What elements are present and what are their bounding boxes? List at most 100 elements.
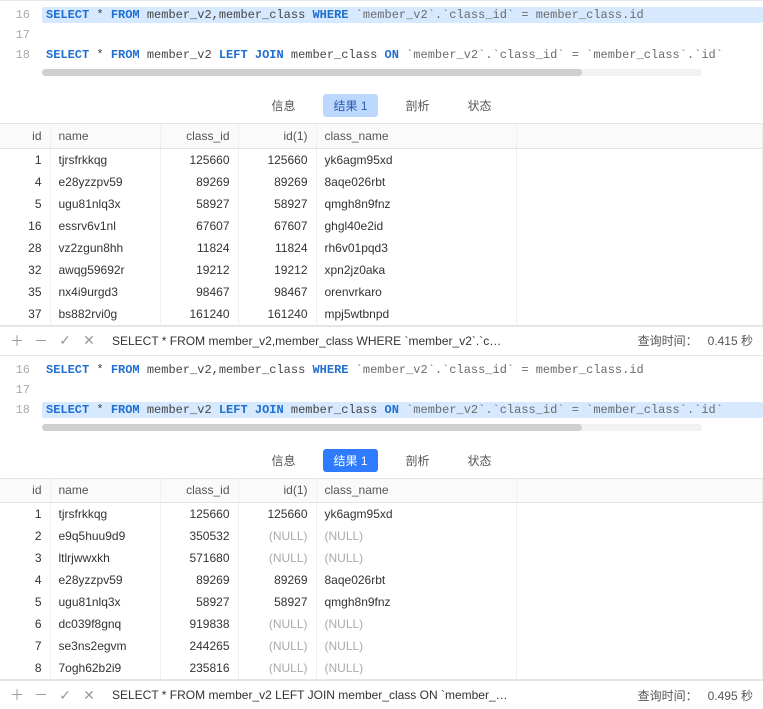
cell[interactable]: e9q5huu9d9 xyxy=(50,525,160,547)
table-row[interactable]: 5ugu81nlq3x5892758927qmgh8n9fnz xyxy=(0,193,763,215)
cell[interactable]: qmgh8n9fnz xyxy=(316,193,516,215)
cell[interactable]: e28yzzpv59 xyxy=(50,569,160,591)
cell[interactable]: 16 xyxy=(0,215,50,237)
code-line-16[interactable]: 16 SELECT * FROM member_v2,member_class … xyxy=(0,5,763,25)
cell[interactable]: 4 xyxy=(0,569,50,591)
table-row[interactable]: 28vz2zgun8hh1182411824rh6v01pqd3 xyxy=(0,237,763,259)
cell[interactable]: 244265 xyxy=(160,635,238,657)
cell[interactable]: 19212 xyxy=(160,259,238,281)
cell-null[interactable]: (NULL) xyxy=(316,657,516,679)
code-content[interactable]: SELECT * FROM member_v2,member_class WHE… xyxy=(42,362,763,378)
tab-result-1[interactable]: 结果 1 xyxy=(323,94,377,117)
cell[interactable]: 8aqe026rbt xyxy=(316,171,516,193)
remove-row-icon[interactable]: － xyxy=(34,685,48,705)
cell[interactable]: 98467 xyxy=(238,281,316,303)
cell[interactable]: 98467 xyxy=(160,281,238,303)
cell[interactable]: 58927 xyxy=(160,591,238,613)
col-id[interactable]: id xyxy=(0,124,50,148)
result-grid[interactable]: id name class_id id(1) class_name 1tjrsf… xyxy=(0,478,763,681)
sql-editor[interactable]: 16 SELECT * FROM member_v2,member_class … xyxy=(0,1,763,86)
cell[interactable]: 125660 xyxy=(160,148,238,171)
cell[interactable]: ugu81nlq3x xyxy=(50,193,160,215)
code-content[interactable] xyxy=(42,34,763,36)
cell[interactable]: bs882rvi0g xyxy=(50,303,160,325)
remove-row-icon[interactable]: － xyxy=(34,331,48,351)
tab-info[interactable]: 信息 xyxy=(261,449,305,472)
table-row[interactable]: 1tjrsfrkkqg125660125660yk6agm95xd xyxy=(0,503,763,526)
code-line-18[interactable]: 18 SELECT * FROM member_v2 LEFT JOIN mem… xyxy=(0,400,763,420)
cell[interactable]: awqg59692r xyxy=(50,259,160,281)
table-row[interactable]: 87ogh62b2i9235816(NULL)(NULL) xyxy=(0,657,763,679)
table-row[interactable]: 3ltlrjwwxkh571680(NULL)(NULL) xyxy=(0,547,763,569)
cell[interactable]: 1 xyxy=(0,503,50,526)
cell[interactable]: 67607 xyxy=(160,215,238,237)
cell-null[interactable]: (NULL) xyxy=(238,657,316,679)
scrollbar-thumb[interactable] xyxy=(42,424,582,431)
cell-null[interactable]: (NULL) xyxy=(316,525,516,547)
code-line-17[interactable]: 17 xyxy=(0,380,763,400)
cell[interactable]: mpj5wtbnpd xyxy=(316,303,516,325)
cell[interactable]: 161240 xyxy=(160,303,238,325)
apply-icon[interactable]: ✓ xyxy=(58,687,72,704)
table-row[interactable]: 32awqg59692r1921219212xpn2jz0aka xyxy=(0,259,763,281)
cell[interactable]: 4 xyxy=(0,171,50,193)
code-content[interactable]: SELECT * FROM member_v2,member_class WHE… xyxy=(42,7,763,23)
cell[interactable]: se3ns2egvm xyxy=(50,635,160,657)
code-line-16[interactable]: 16 SELECT * FROM member_v2,member_class … xyxy=(0,360,763,380)
table-row[interactable]: 4e28yzzpv5989269892698aqe026rbt xyxy=(0,569,763,591)
table-row[interactable]: 2e9q5huu9d9350532(NULL)(NULL) xyxy=(0,525,763,547)
tab-result-1[interactable]: 结果 1 xyxy=(323,449,377,472)
cancel-icon[interactable]: ✕ xyxy=(82,332,96,349)
table-row[interactable]: 1tjrsfrkkqg125660125660yk6agm95xd xyxy=(0,148,763,171)
cell[interactable]: 5 xyxy=(0,193,50,215)
col-id1[interactable]: id(1) xyxy=(238,124,316,148)
cell[interactable]: 5 xyxy=(0,591,50,613)
cell[interactable]: 11824 xyxy=(238,237,316,259)
cell[interactable]: 125660 xyxy=(238,503,316,526)
editor-scrollbar[interactable] xyxy=(42,424,702,431)
cell-null[interactable]: (NULL) xyxy=(238,635,316,657)
cell[interactable]: qmgh8n9fnz xyxy=(316,591,516,613)
cell-null[interactable]: (NULL) xyxy=(316,613,516,635)
cell[interactable]: 125660 xyxy=(160,503,238,526)
cell[interactable]: 8aqe026rbt xyxy=(316,569,516,591)
cell[interactable]: rh6v01pqd3 xyxy=(316,237,516,259)
cell[interactable]: 8 xyxy=(0,657,50,679)
cell[interactable]: xpn2jz0aka xyxy=(316,259,516,281)
cell[interactable]: nx4i9urgd3 xyxy=(50,281,160,303)
col-id1[interactable]: id(1) xyxy=(238,479,316,503)
cell-null[interactable]: (NULL) xyxy=(238,547,316,569)
cell-null[interactable]: (NULL) xyxy=(238,613,316,635)
cell[interactable]: ugu81nlq3x xyxy=(50,591,160,613)
cell[interactable]: 235816 xyxy=(160,657,238,679)
table-row[interactable]: 7se3ns2egvm244265(NULL)(NULL) xyxy=(0,635,763,657)
cell[interactable]: ghgl40e2id xyxy=(316,215,516,237)
cell[interactable]: 3 xyxy=(0,547,50,569)
tab-profile[interactable]: 剖析 xyxy=(396,449,440,472)
cell[interactable]: 6 xyxy=(0,613,50,635)
table-row[interactable]: 4e28yzzpv5989269892698aqe026rbt xyxy=(0,171,763,193)
result-grid[interactable]: id name class_id id(1) class_name 1tjrsf… xyxy=(0,123,763,326)
cell[interactable]: 89269 xyxy=(238,569,316,591)
cell[interactable]: vz2zgun8hh xyxy=(50,237,160,259)
cell[interactable]: e28yzzpv59 xyxy=(50,171,160,193)
cell[interactable]: 11824 xyxy=(160,237,238,259)
apply-icon[interactable]: ✓ xyxy=(58,332,72,349)
cell[interactable]: 37 xyxy=(0,303,50,325)
code-line-18[interactable]: 18 SELECT * FROM member_v2 LEFT JOIN mem… xyxy=(0,45,763,65)
add-row-icon[interactable]: ＋ xyxy=(10,685,24,705)
code-line-17[interactable]: 17 xyxy=(0,25,763,45)
table-row[interactable]: 6dc039f8gnq919838(NULL)(NULL) xyxy=(0,613,763,635)
cell[interactable]: 58927 xyxy=(238,193,316,215)
cell[interactable]: tjrsfrkkqg xyxy=(50,148,160,171)
table-row[interactable]: 37bs882rvi0g161240161240mpj5wtbnpd xyxy=(0,303,763,325)
cell[interactable]: 7 xyxy=(0,635,50,657)
cell[interactable]: 32 xyxy=(0,259,50,281)
add-row-icon[interactable]: ＋ xyxy=(10,331,24,351)
code-content[interactable]: SELECT * FROM member_v2 LEFT JOIN member… xyxy=(42,402,763,418)
cell[interactable]: essrv6v1nl xyxy=(50,215,160,237)
cell[interactable]: 161240 xyxy=(238,303,316,325)
col-id[interactable]: id xyxy=(0,479,50,503)
cell[interactable]: 67607 xyxy=(238,215,316,237)
cell[interactable]: 28 xyxy=(0,237,50,259)
